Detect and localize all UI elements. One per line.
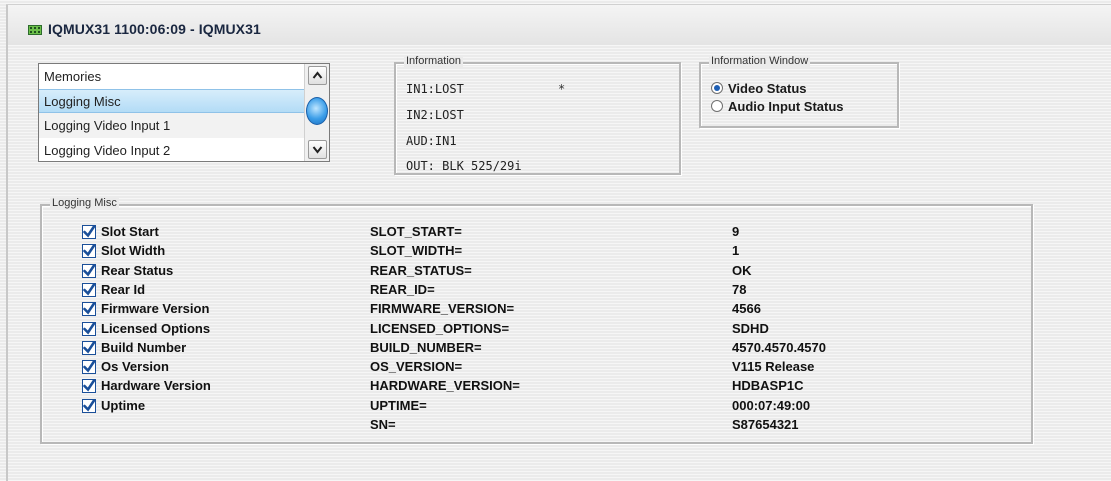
checkmark-icon	[83, 283, 96, 296]
info-marker: *	[558, 82, 566, 96]
serial-number-key: SN=	[370, 417, 396, 432]
memories-list: Memories Logging Misc Logging Video Inpu…	[39, 64, 305, 162]
checkmark-icon	[83, 302, 96, 315]
window-left-edge	[6, 4, 8, 481]
logging-row-label: Hardware Version	[101, 378, 211, 393]
logging-row-key: BUILD_NUMBER=	[370, 340, 482, 355]
module-icon	[28, 25, 42, 35]
checkmark-icon	[83, 244, 96, 257]
checkmark-icon	[83, 379, 96, 392]
logging-row-label: Rear Status	[101, 263, 174, 278]
checkmark-icon	[83, 341, 96, 354]
list-item-memories[interactable]: Memories	[39, 64, 305, 89]
logging-row-label: Firmware Version	[101, 301, 210, 316]
information-window-legend: Information Window	[709, 55, 811, 67]
title-bar: IQMUX31 1100:06:09 - IQMUX31	[8, 5, 1111, 45]
list-scrollbar[interactable]	[304, 64, 329, 161]
logging-row-label: Licensed Options	[101, 321, 211, 336]
logging-row-value: SDHD	[732, 321, 769, 336]
information-group: Information IN1:LOST * IN2:LOST AUD:IN1 …	[394, 55, 681, 175]
logging-row-value: HDBASP1C	[732, 378, 804, 393]
logging-misc-legend: Logging Misc	[50, 197, 119, 209]
video-status-label[interactable]: Video Status	[728, 81, 807, 96]
logging-row-key: REAR_ID=	[370, 282, 435, 297]
logging-row-checkbox[interactable]	[82, 399, 96, 413]
list-item-logging-video-input-1[interactable]: Logging Video Input 1	[39, 113, 305, 138]
logging-row-value: 1	[732, 243, 740, 258]
logging-row-label: Build Number	[101, 340, 187, 355]
logging-misc-group: Logging Misc Slot Start SLOT_START= 9 Slot …	[40, 197, 1033, 444]
audio-input-status-label[interactable]: Audio Input Status	[728, 99, 844, 114]
logging-row-checkbox[interactable]	[82, 341, 96, 355]
logging-row-checkbox[interactable]	[82, 360, 96, 374]
logging-row-key: SLOT_WIDTH=	[370, 243, 463, 258]
serial-number-value: S87654321	[732, 417, 799, 432]
logging-row-key: UPTIME=	[370, 398, 427, 413]
checkmark-icon	[83, 322, 96, 335]
logging-row-value: OK	[732, 263, 752, 278]
logging-row-checkbox[interactable]	[82, 379, 96, 393]
logging-row-value: 4570.4570.4570	[732, 340, 826, 355]
logging-row-label: Uptime	[101, 398, 146, 413]
info-line-in1: IN1:LOST	[406, 82, 464, 96]
scroll-up-button[interactable]	[308, 66, 327, 85]
logging-row-key: LICENSED_OPTIONS=	[370, 321, 510, 336]
logging-row-key: FIRMWARE_VERSION=	[370, 301, 515, 316]
logging-row-value: 78	[732, 282, 747, 297]
logging-row-key: HARDWARE_VERSION=	[370, 378, 520, 393]
logging-row-checkbox[interactable]	[82, 283, 96, 297]
checkmark-icon	[83, 225, 96, 238]
logging-row-checkbox[interactable]	[82, 322, 96, 336]
logging-row-checkbox[interactable]	[82, 264, 96, 278]
logging-row-checkbox[interactable]	[82, 244, 96, 258]
logging-row-key: SLOT_START=	[370, 224, 462, 239]
chevron-up-icon	[312, 71, 323, 79]
logging-row-label: Slot Width	[101, 243, 166, 258]
logging-row-value: 4566	[732, 301, 761, 316]
scrollbar-thumb[interactable]	[306, 97, 328, 125]
list-item-logging-misc[interactable]: Logging Misc	[39, 88, 305, 113]
logging-row-checkbox[interactable]	[82, 225, 96, 239]
checkmark-icon	[83, 264, 96, 277]
logging-row-value: V115 Release	[732, 359, 815, 374]
audio-input-status-radio[interactable]	[711, 100, 723, 112]
chevron-down-icon	[312, 146, 323, 154]
info-line-aud: AUD:IN1	[406, 134, 457, 148]
scroll-down-button[interactable]	[308, 140, 327, 159]
logging-row-key: REAR_STATUS=	[370, 263, 472, 278]
checkmark-icon	[83, 360, 96, 373]
logging-row-key: OS_VERSION=	[370, 359, 463, 374]
logging-row-checkbox[interactable]	[82, 302, 96, 316]
memories-listbox[interactable]: Memories Logging Misc Logging Video Inpu…	[38, 63, 330, 162]
info-line-in2: IN2:LOST	[406, 108, 464, 122]
list-item-logging-video-input-2[interactable]: Logging Video Input 2	[39, 138, 305, 163]
logging-row-label: Slot Start	[101, 224, 159, 239]
checkmark-icon	[83, 399, 96, 412]
video-status-radio[interactable]	[711, 82, 723, 94]
information-window-group: Information Window Video Status Audio In…	[699, 55, 899, 128]
logging-row-label: Rear Id	[101, 282, 146, 297]
logging-row-value: 9	[732, 224, 740, 239]
information-legend: Information	[404, 55, 464, 67]
logging-row-value: 000:07:49:00	[732, 398, 811, 413]
window-title: IQMUX31 1100:06:09 - IQMUX31	[48, 21, 261, 37]
logging-row-label: Os Version	[101, 359, 169, 374]
info-line-out: OUT: BLK 525/29i	[406, 159, 522, 173]
